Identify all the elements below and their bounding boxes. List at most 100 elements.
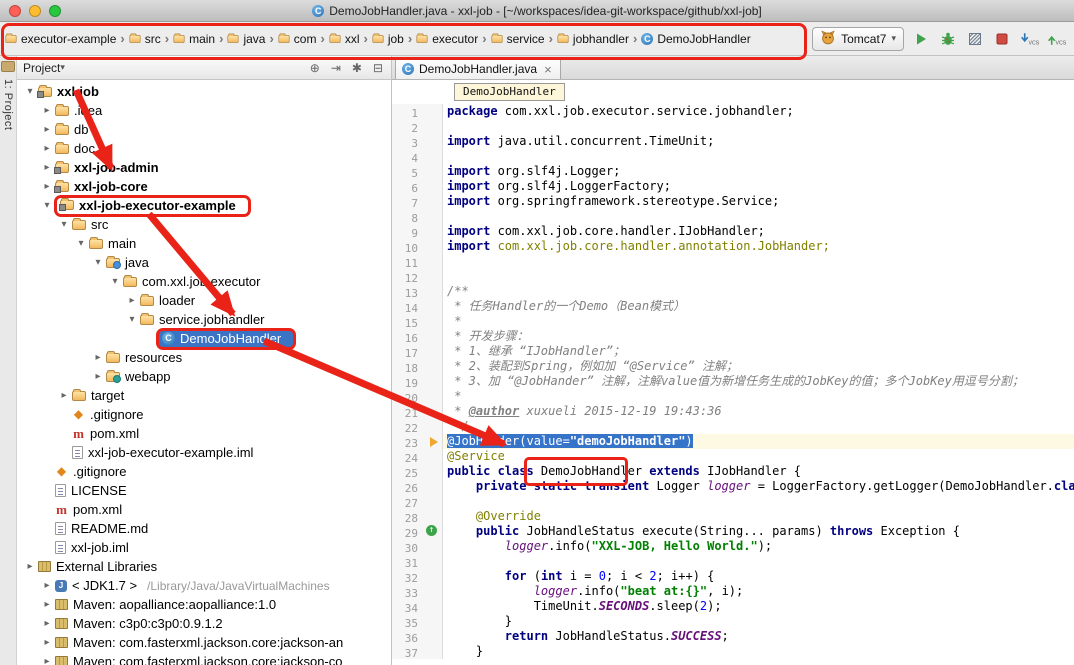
breadcrumb-item[interactable]: xxl	[326, 30, 363, 48]
editor-breadcrumb-chip[interactable]: DemoJobHandler	[454, 83, 565, 101]
code-line[interactable]: 16 * 开发步骤：	[392, 329, 1074, 344]
gutter-cell: 4	[392, 149, 443, 164]
code-line[interactable]: 2	[392, 119, 1074, 134]
breadcrumb-item[interactable]: job	[369, 30, 407, 48]
code-line[interactable]: 9import com.xxl.job.core.handler.IJobHan…	[392, 224, 1074, 239]
folder-icon	[55, 106, 69, 116]
code-line[interactable]: 1package com.xxl.job.executor.service.jo…	[392, 104, 1074, 119]
breadcrumb-item[interactable]: com	[275, 30, 320, 48]
code-line[interactable]: 6import org.slf4j.LoggerFactory;	[392, 179, 1074, 194]
code-line[interactable]: 3import java.util.concurrent.TimeUnit;	[392, 134, 1074, 149]
code-line[interactable]: 34 TimeUnit.SECONDS.sleep(2);	[392, 599, 1074, 614]
tree-row[interactable]: ◆.gitignore	[17, 462, 391, 481]
code-line[interactable]: 22 */	[392, 419, 1074, 434]
tree-row[interactable]: ▸db	[17, 120, 391, 139]
tree-row[interactable]: ▸xxl-job-admin	[17, 158, 391, 177]
tree-row[interactable]: ▸Maven: aopalliance:aopalliance:1.0	[17, 595, 391, 614]
vcs-update-button[interactable]: VCS	[1019, 29, 1039, 49]
tree-row[interactable]: ▾main	[17, 234, 391, 253]
tree-row[interactable]: ▸Maven: c3p0:c3p0:0.9.1.2	[17, 614, 391, 633]
close-tab-icon[interactable]: ×	[544, 62, 552, 77]
tree-row[interactable]: mpom.xml	[17, 500, 391, 519]
run-with-coverage-button[interactable]	[965, 29, 985, 49]
code-text: import org.slf4j.LoggerFactory;	[443, 179, 1074, 194]
breadcrumb-item[interactable]: executor	[413, 30, 481, 48]
tree-row[interactable]: ▸resources	[17, 348, 391, 367]
code-line[interactable]: 13/**	[392, 284, 1074, 299]
tree-row[interactable]: ◆.gitignore	[17, 405, 391, 424]
breadcrumb-item[interactable]: java	[224, 30, 268, 48]
tree-row[interactable]: README.md	[17, 519, 391, 538]
breadcrumb-item[interactable]: executor-example	[2, 30, 119, 48]
run-button[interactable]	[911, 29, 931, 49]
hide-panel-icon[interactable]: ⊟	[373, 61, 383, 75]
code-line[interactable]: 19 * 3、加 “@JobHander” 注解，注解value值为新增任务生成…	[392, 374, 1074, 389]
code-line[interactable]: 10import com.xxl.job.core.handler.annota…	[392, 239, 1074, 254]
editor-tab[interactable]: C DemoJobHandler.java ×	[395, 58, 561, 79]
code-line[interactable]: 35 }	[392, 614, 1074, 629]
tree-row[interactable]: ▸webapp	[17, 367, 391, 386]
tree-row[interactable]: ▸.idea	[17, 101, 391, 120]
tree-row[interactable]: ▾src	[17, 215, 391, 234]
stop-button[interactable]	[992, 29, 1012, 49]
project-toolwindow-tab[interactable]: 1: Project	[2, 79, 14, 130]
breadcrumb-item[interactable]: src	[126, 30, 164, 48]
code-line[interactable]: 5import org.slf4j.Logger;	[392, 164, 1074, 179]
code-line[interactable]: 21 * @author xuxueli 2015-12-19 19:43:36	[392, 404, 1074, 419]
code-line[interactable]: 27	[392, 494, 1074, 509]
code-line[interactable]: 8	[392, 209, 1074, 224]
tree-row[interactable]: ▸doc	[17, 139, 391, 158]
tree-row[interactable]: ▾com.xxl.job.executor	[17, 272, 391, 291]
tree-row[interactable]: ▸External Libraries	[17, 557, 391, 576]
code-line[interactable]: 17 * 1、继承 “IJobHandler”；	[392, 344, 1074, 359]
code-line[interactable]: 30 logger.info("XXL-JOB, Hello World.");	[392, 539, 1074, 554]
tree-row[interactable]: ▸Maven: com.fasterxml.jackson.core:jacks…	[17, 633, 391, 652]
code-line[interactable]: 20 *	[392, 389, 1074, 404]
debug-button[interactable]	[938, 29, 958, 49]
tree-row[interactable]: ▸target	[17, 386, 391, 405]
code-line[interactable]: 26 private static transient Logger logge…	[392, 479, 1074, 494]
breadcrumb-item[interactable]: CDemoJobHandler	[638, 30, 753, 48]
breadcrumb-item[interactable]: main	[170, 30, 218, 48]
locate-icon[interactable]: ⊕	[310, 61, 320, 75]
tree-row[interactable]: ▾xxl-job	[17, 82, 391, 101]
code-line[interactable]: 36 return JobHandleStatus.SUCCESS;	[392, 629, 1074, 644]
code-line[interactable]: 12	[392, 269, 1074, 284]
code-line[interactable]: 32 for (int i = 0; i < 2; i++) {	[392, 569, 1074, 584]
scroll-to-source-icon[interactable]: ⇥	[331, 61, 341, 75]
code-line[interactable]: 4	[392, 149, 1074, 164]
tree-row[interactable]: LICENSE	[17, 481, 391, 500]
tree-row[interactable]: CDemoJobHandler	[17, 329, 391, 348]
code-line[interactable]: 24@Service	[392, 449, 1074, 464]
code-line[interactable]: 7import org.springframework.stereotype.S…	[392, 194, 1074, 209]
tree-row[interactable]: mpom.xml	[17, 424, 391, 443]
code-line[interactable]: 33 logger.info("beat at:{}", i);	[392, 584, 1074, 599]
code-line[interactable]: 29↑ public JobHandleStatus execute(Strin…	[392, 524, 1074, 539]
tree-row[interactable]: xxl-job-executor-example.iml	[17, 443, 391, 462]
vcs-commit-button[interactable]: VCS	[1046, 29, 1066, 49]
tree-row[interactable]: ▾service.jobhandler	[17, 310, 391, 329]
project-panel-title[interactable]: Project	[23, 61, 60, 75]
breadcrumb-item[interactable]: service	[488, 30, 548, 48]
tree-row[interactable]: ▸xxl-job-core	[17, 177, 391, 196]
tree-row[interactable]: ▸loader	[17, 291, 391, 310]
override-marker-icon[interactable]: ↑	[426, 525, 437, 536]
tree-row[interactable]: ▾java	[17, 253, 391, 272]
tree-row[interactable]: ▸J< JDK1.7 >/Library/Java/JavaVirtualMac…	[17, 576, 391, 595]
code-line[interactable]: 18 * 2、装配到Spring，例如加 “@Service” 注解；	[392, 359, 1074, 374]
settings-icon[interactable]: ✱	[352, 61, 362, 75]
code-line[interactable]: 31	[392, 554, 1074, 569]
code-line[interactable]: 14 * 任务Handler的一个Demo（Bean模式）	[392, 299, 1074, 314]
code-line[interactable]: 37 }	[392, 644, 1074, 659]
tree-row[interactable]: ▸Maven: com.fasterxml.jackson.core:jacks…	[17, 652, 391, 665]
code-line[interactable]: 11	[392, 254, 1074, 269]
code-line[interactable]: 25public class DemoJobHandler extends IJ…	[392, 464, 1074, 479]
maven-file-icon: m	[72, 426, 85, 442]
code-line[interactable]: 23@JobHander(value="demoJobHandler")	[392, 434, 1074, 449]
code-line[interactable]: 15 *	[392, 314, 1074, 329]
tree-row[interactable]: xxl-job.iml	[17, 538, 391, 557]
code-line[interactable]: 28 @Override	[392, 509, 1074, 524]
tree-row[interactable]: ▾xxl-job-executor-example	[17, 196, 391, 215]
breadcrumb-item[interactable]: jobhandler	[554, 30, 632, 48]
run-configuration-select[interactable]: Tomcat7 ▾	[812, 27, 904, 51]
